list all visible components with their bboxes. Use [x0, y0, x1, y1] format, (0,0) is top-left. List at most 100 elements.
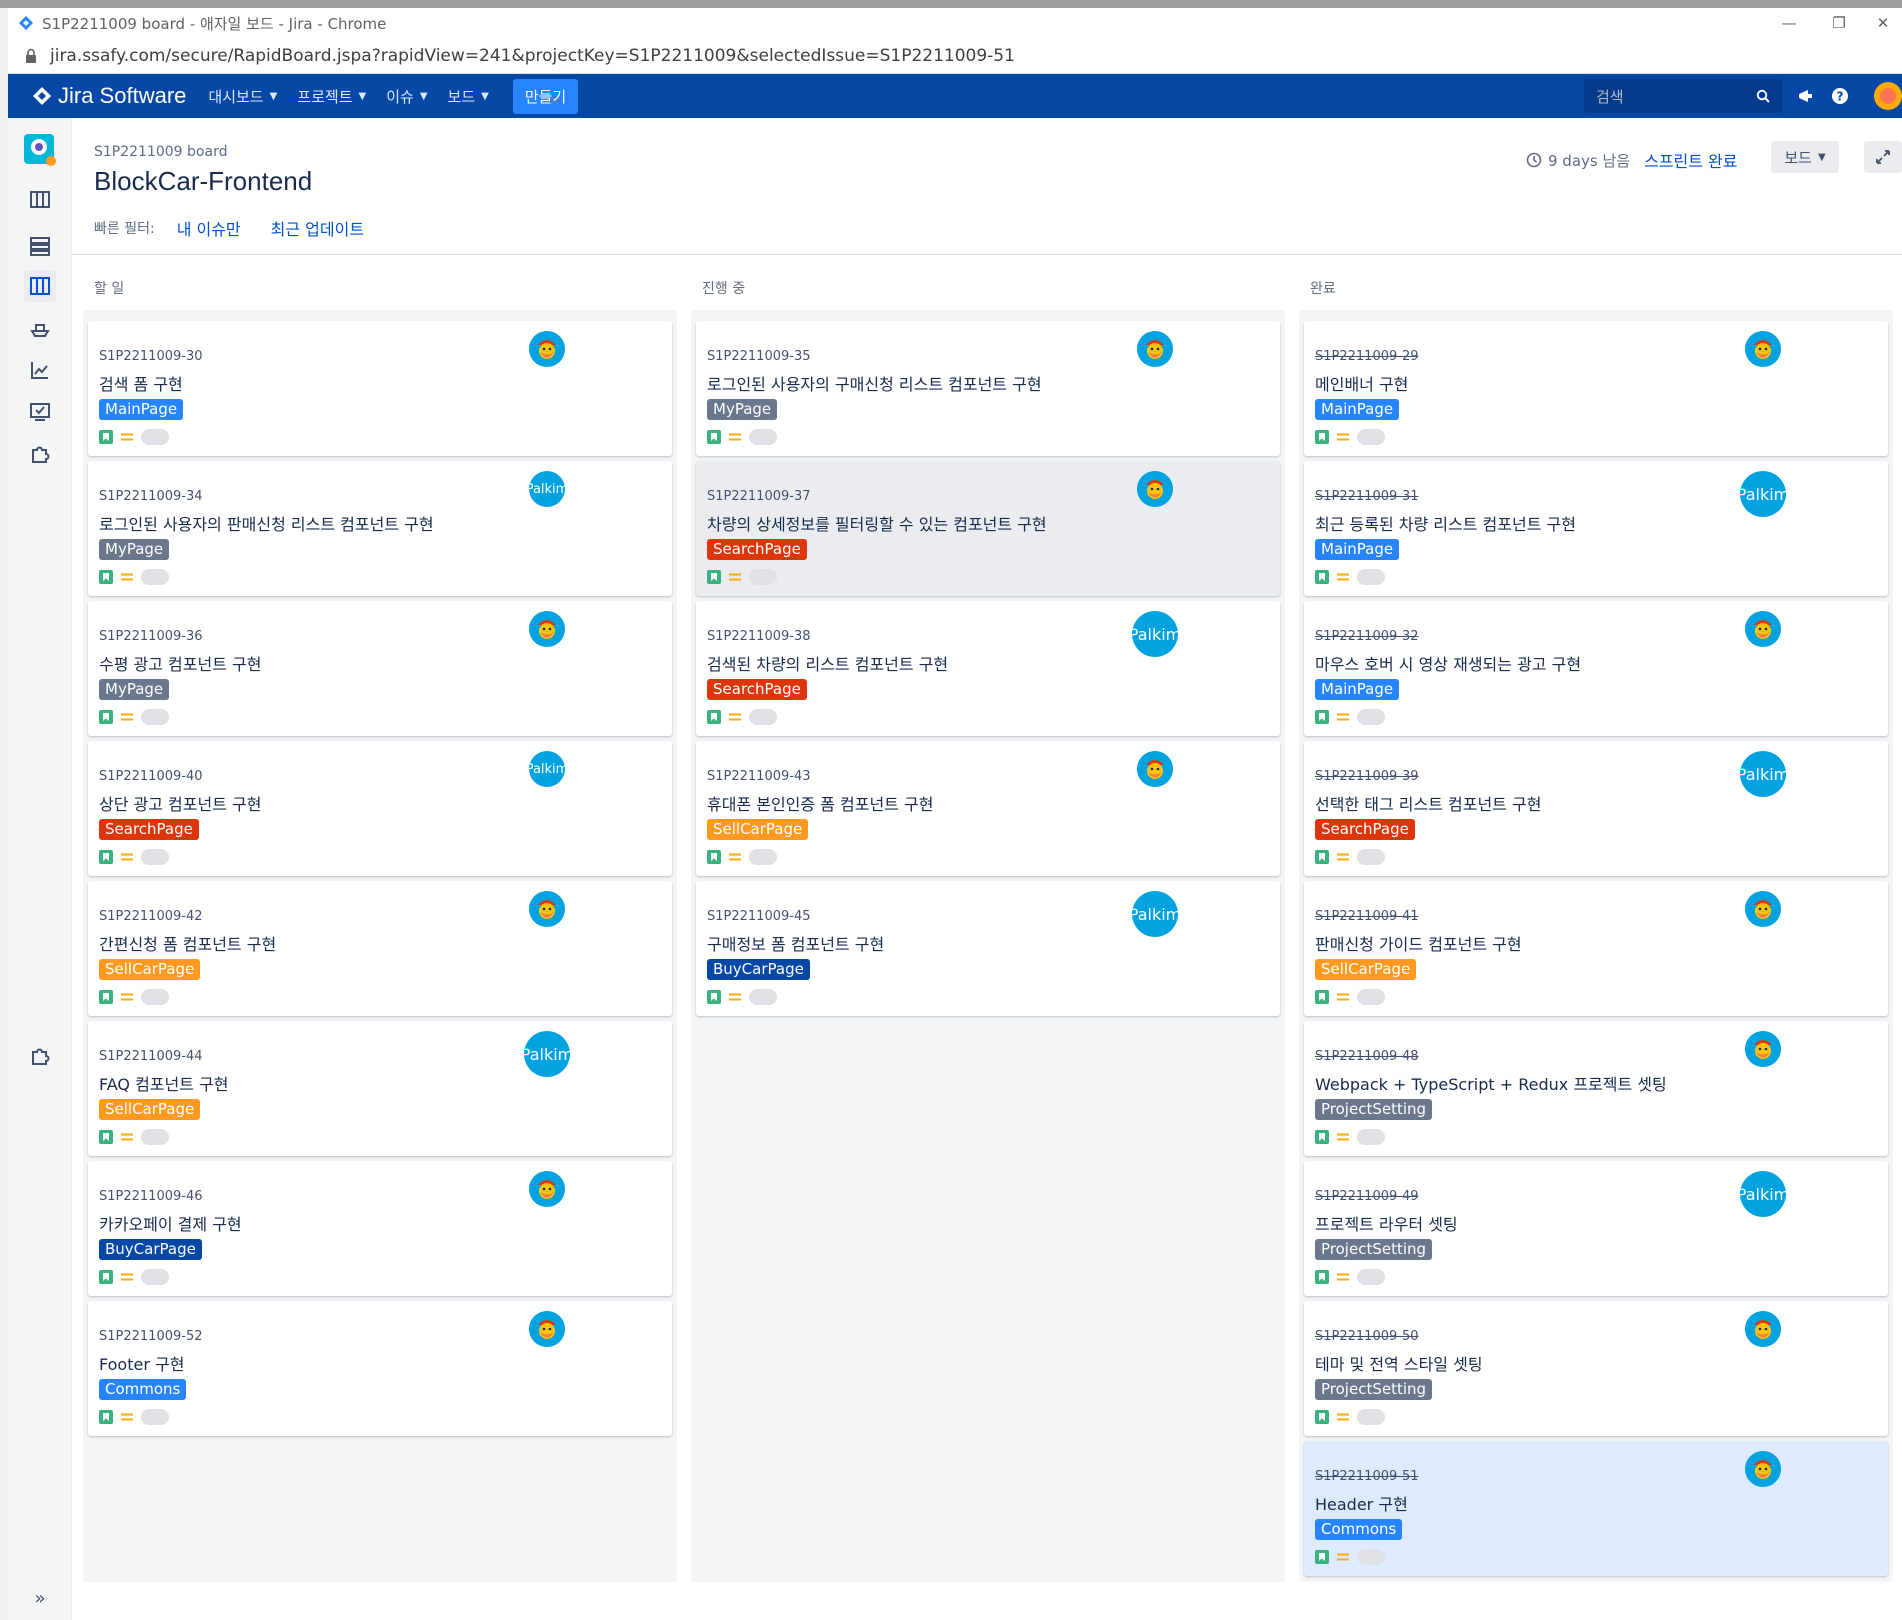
assignee-avatar[interactable] [1745, 1311, 1781, 1347]
issue-key[interactable]: S1P2211009-48 [1315, 1049, 1419, 1064]
bookmark-icon [1315, 990, 1329, 1004]
issue-card[interactable]: S1P2211009-44 FAQ 컴포넌트 구현 SellCarPage Palki… [88, 1021, 672, 1156]
complete-sprint-button[interactable]: 스프린트 완료 [1644, 148, 1737, 172]
issue-card[interactable]: S1P2211009-49 프로젝트 라우터 셋팅 ProjectSetting Pa… [1304, 1161, 1888, 1296]
issue-key[interactable]: S1P2211009-35 [707, 349, 811, 364]
assignee-avatar[interactable]: Palkim [1740, 471, 1786, 517]
issue-key[interactable]: S1P2211009-51 [1315, 1469, 1419, 1484]
issue-card[interactable]: S1P2211009-40 상단 광고 컴포넌트 구현 SearchPage Palk… [88, 741, 672, 876]
issue-key[interactable]: S1P2211009-42 [99, 909, 203, 924]
issue-card[interactable]: S1P2211009-30 검색 폼 구현 MainPage [88, 321, 672, 456]
restore-icon[interactable]: ❐ [1814, 8, 1864, 38]
issue-key[interactable]: S1P2211009-40 [99, 769, 203, 784]
issue-key[interactable]: S1P2211009-39 [1315, 769, 1419, 784]
assignee-avatar[interactable]: Palkim [1132, 891, 1178, 937]
assignee-avatar[interactable]: Palkim [524, 1031, 570, 1077]
assignee-avatar[interactable] [1137, 331, 1173, 367]
issue-key[interactable]: S1P2211009-32 [1315, 629, 1419, 644]
sidebar-item-addons-2[interactable] [24, 1040, 56, 1072]
filter-my-issues[interactable]: 내 이슈만 [177, 216, 241, 240]
project-avatar[interactable] [24, 134, 56, 166]
issue-card[interactable]: S1P2211009-37 차량의 상세정보를 필터링할 수 있는 컴포넌트 구현… [696, 461, 1280, 596]
epic-label: MainPage [99, 399, 184, 420]
minimize-icon[interactable]: — [1764, 8, 1814, 38]
issue-key[interactable]: S1P2211009-37 [707, 489, 811, 504]
issue-key[interactable]: S1P2211009-49 [1315, 1189, 1419, 1204]
assignee-avatar[interactable] [529, 331, 565, 367]
assignee-avatar[interactable] [529, 1311, 565, 1347]
assignee-avatar[interactable]: Palkim [1132, 611, 1178, 657]
sidebar-item-backlog[interactable] [24, 230, 56, 262]
issue-card[interactable]: S1P2211009-52 Footer 구현 Commons [88, 1301, 672, 1436]
jira-logo[interactable]: Jira Software [32, 83, 186, 109]
issue-card[interactable]: S1P2211009-36 수평 광고 컴포넌트 구현 MyPage [88, 601, 672, 736]
filter-recently-updated[interactable]: 최근 업데이트 [271, 216, 364, 240]
close-icon[interactable]: ✕ [1858, 8, 1902, 38]
assignee-avatar[interactable] [1137, 751, 1173, 787]
nav-boards[interactable]: 보드 ▼ [448, 86, 489, 107]
sidebar-item-reports[interactable] [24, 354, 56, 386]
assignee-avatar[interactable] [1745, 331, 1781, 367]
issue-card[interactable]: S1P2211009-43 휴대폰 본인인증 폼 컴포넌트 구현 SellCarPa… [696, 741, 1280, 876]
assignee-avatar[interactable] [1137, 471, 1173, 507]
assignee-avatar[interactable] [1745, 1031, 1781, 1067]
issue-card[interactable]: S1P2211009-35 로그인된 사용자의 구매신청 리스트 컴포넌트 구현 M… [696, 321, 1280, 456]
assignee-avatar[interactable] [529, 611, 565, 647]
assignee-avatar[interactable] [529, 891, 565, 927]
breadcrumb[interactable]: S1P2211009 board [94, 144, 227, 160]
issue-key[interactable]: S1P2211009-38 [707, 629, 811, 644]
issue-key[interactable]: S1P2211009-41 [1315, 909, 1419, 924]
issue-key[interactable]: S1P2211009-36 [99, 629, 203, 644]
assignee-avatar[interactable] [1745, 1451, 1781, 1487]
assignee-avatar[interactable]: Palkim [529, 471, 565, 507]
issue-key[interactable]: S1P2211009-34 [99, 489, 203, 504]
address-bar[interactable]: jira.ssafy.com/secure/RapidBoard.jspa?ra… [8, 38, 1902, 74]
issue-key[interactable]: S1P2211009-30 [99, 349, 203, 364]
create-button[interactable]: 만들기 [512, 78, 579, 114]
issue-card[interactable]: S1P2211009-29 메인배너 구현 MainPage [1304, 321, 1888, 456]
sidebar-item-addons[interactable] [24, 438, 56, 470]
assignee-avatar[interactable] [1745, 611, 1781, 647]
issue-key[interactable]: S1P2211009-44 [99, 1049, 203, 1064]
issue-key[interactable]: S1P2211009-43 [707, 769, 811, 784]
issue-key[interactable]: S1P2211009-50 [1315, 1329, 1419, 1344]
sidebar-item-releases[interactable] [24, 312, 56, 344]
user-avatar-icon[interactable] [1874, 82, 1902, 110]
issue-key[interactable]: S1P2211009-31 [1315, 489, 1419, 504]
issue-key[interactable]: S1P2211009-29 [1315, 349, 1419, 364]
nav-dashboards[interactable]: 대시보드 ▼ [208, 86, 277, 107]
board-menu-button[interactable]: 보드 ▼ [1771, 141, 1839, 173]
issue-key[interactable]: S1P2211009-52 [99, 1329, 203, 1344]
url-text[interactable]: jira.ssafy.com/secure/RapidBoard.jspa?ra… [50, 46, 1015, 66]
fullscreen-button[interactable] [1864, 141, 1902, 173]
sidebar-item-backlog-board[interactable] [24, 184, 56, 216]
nav-projects[interactable]: 프로젝트 ▼ [297, 86, 366, 107]
assignee-avatar[interactable]: Palkim [529, 751, 565, 787]
issue-summary: 최근 등록된 차량 리스트 컴포넌트 구현 [1315, 515, 1576, 534]
issue-card[interactable]: S1P2211009-48 Webpack + TypeScript + Redu… [1304, 1021, 1888, 1156]
issue-card[interactable]: S1P2211009-31 최근 등록된 차량 리스트 컴포넌트 구현 MainPa… [1304, 461, 1888, 596]
issue-card[interactable]: S1P2211009-46 카카오페이 결제 구현 BuyCarPage [88, 1161, 672, 1296]
issue-card[interactable]: S1P2211009-45 구매정보 폼 컴포넌트 구현 BuyCarPage Pal… [696, 881, 1280, 1016]
issue-card[interactable]: S1P2211009-42 간편신청 폼 컴포넌트 구현 SellCarPage [88, 881, 672, 1016]
assignee-avatar[interactable] [1745, 891, 1781, 927]
megaphone-icon[interactable] [1796, 86, 1816, 106]
issue-card[interactable]: S1P2211009-50 테마 및 전역 스타일 셋팅 ProjectSettin… [1304, 1301, 1888, 1436]
assignee-avatar[interactable]: Palkim [1740, 1171, 1786, 1217]
sidebar-expand-button[interactable]: » [24, 1582, 56, 1614]
sidebar-item-active-sprints[interactable] [24, 270, 56, 302]
issue-card[interactable]: S1P2211009-34 로그인된 사용자의 판매신청 리스트 컴포넌트 구현 M… [88, 461, 672, 596]
assignee-avatar[interactable] [529, 1171, 565, 1207]
issue-card[interactable]: S1P2211009-38 검색된 차량의 리스트 컴포넌트 구현 SearchPa… [696, 601, 1280, 736]
nav-issues[interactable]: 이슈 ▼ [386, 86, 427, 107]
issue-card[interactable]: S1P2211009-39 선택한 태그 리스트 컴포넌트 구현 SearchPag… [1304, 741, 1888, 876]
help-icon[interactable]: ? [1830, 86, 1850, 106]
issue-key[interactable]: S1P2211009-46 [99, 1189, 203, 1204]
issue-key[interactable]: S1P2211009-45 [707, 909, 811, 924]
issue-card[interactable]: S1P2211009-32 마우스 호버 시 영상 재생되는 광고 구현 MainP… [1304, 601, 1888, 736]
assignee-avatar[interactable]: Palkim [1740, 751, 1786, 797]
sidebar-item-tests[interactable] [24, 396, 56, 428]
issue-card[interactable]: S1P2211009-41 판매신청 가이드 컴포넌트 구현 SellCarPage [1304, 881, 1888, 1016]
search-input[interactable]: 검색 [1584, 79, 1782, 113]
issue-card[interactable]: S1P2211009-51 Header 구현 Commons [1304, 1441, 1888, 1576]
